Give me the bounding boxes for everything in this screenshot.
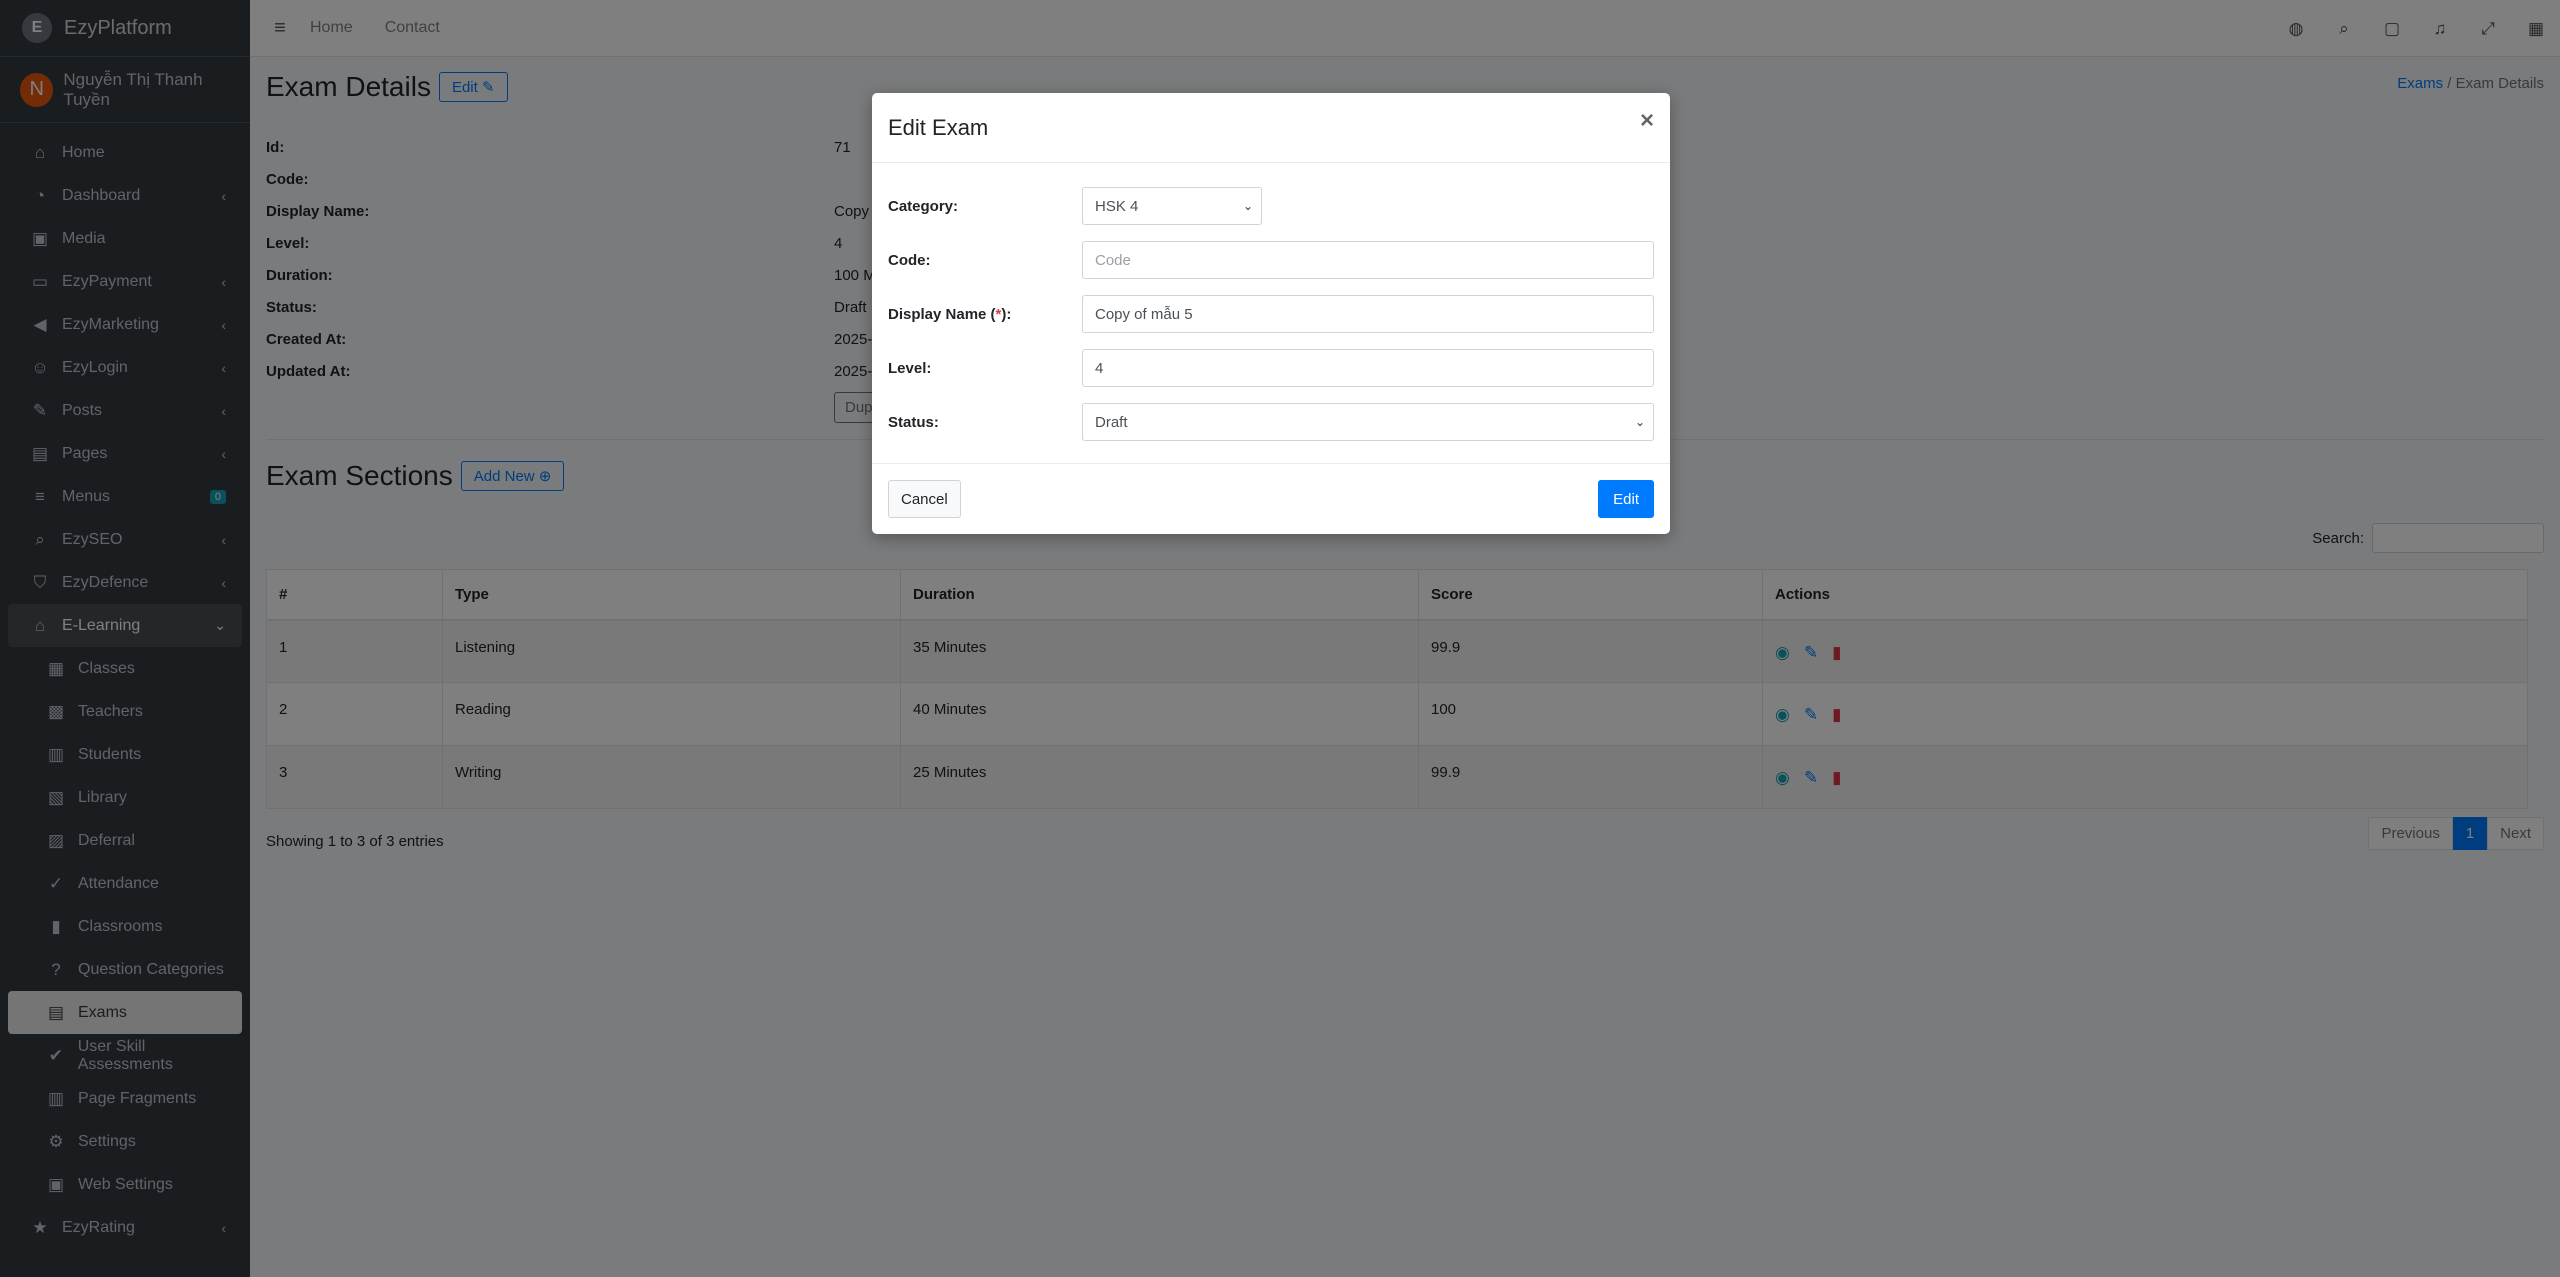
close-icon[interactable]: ×: [1640, 107, 1654, 135]
cancel-button[interactable]: Cancel: [888, 480, 961, 518]
display-name-label-text: Display Name (: [888, 305, 996, 323]
category-selected-value: HSK 4: [1095, 197, 1139, 215]
modal-body: Category: HSK 4 ⌄ Code: Code Display Nam…: [872, 163, 1670, 449]
display-name-field[interactable]: Copy of mẫu 5: [1082, 295, 1654, 333]
display-name-value: Copy of mẫu 5: [1095, 305, 1193, 323]
chevron-down-icon: ⌄: [1242, 199, 1253, 213]
modal-footer: Cancel Edit: [872, 463, 1670, 534]
submit-edit-button[interactable]: Edit: [1598, 480, 1654, 518]
display-name-label-end: ):: [1001, 305, 1012, 323]
display-name-label: Display Name (*):: [888, 306, 1082, 323]
level-field[interactable]: 4: [1082, 349, 1654, 387]
chevron-down-icon: ⌄: [1634, 415, 1645, 429]
status-label: Status:: [888, 413, 939, 431]
form-row-level: Level: 4: [888, 341, 1654, 395]
status-select[interactable]: Draft ⌄: [1082, 403, 1654, 441]
modal-header: Edit Exam ×: [872, 93, 1670, 163]
level-value: 4: [1095, 359, 1104, 377]
code-field[interactable]: Code: [1082, 241, 1654, 279]
category-label: Category:: [888, 197, 959, 215]
category-select[interactable]: HSK 4 ⌄: [1082, 187, 1262, 225]
form-row-status: Status: Draft ⌄: [888, 395, 1654, 449]
code-label: Code:: [888, 251, 931, 269]
form-row-code: Code: Code: [888, 233, 1654, 287]
level-label: Level:: [888, 359, 932, 377]
status-selected-value: Draft: [1095, 413, 1128, 431]
edit-exam-modal: Edit Exam × Category: HSK 4 ⌄ Code: Code…: [872, 93, 1670, 534]
form-row-category: Category: HSK 4 ⌄: [888, 179, 1654, 233]
code-placeholder: Code: [1095, 251, 1131, 269]
modal-title: Edit Exam: [888, 114, 989, 140]
form-row-display-name: Display Name (*): Copy of mẫu 5: [888, 287, 1654, 341]
